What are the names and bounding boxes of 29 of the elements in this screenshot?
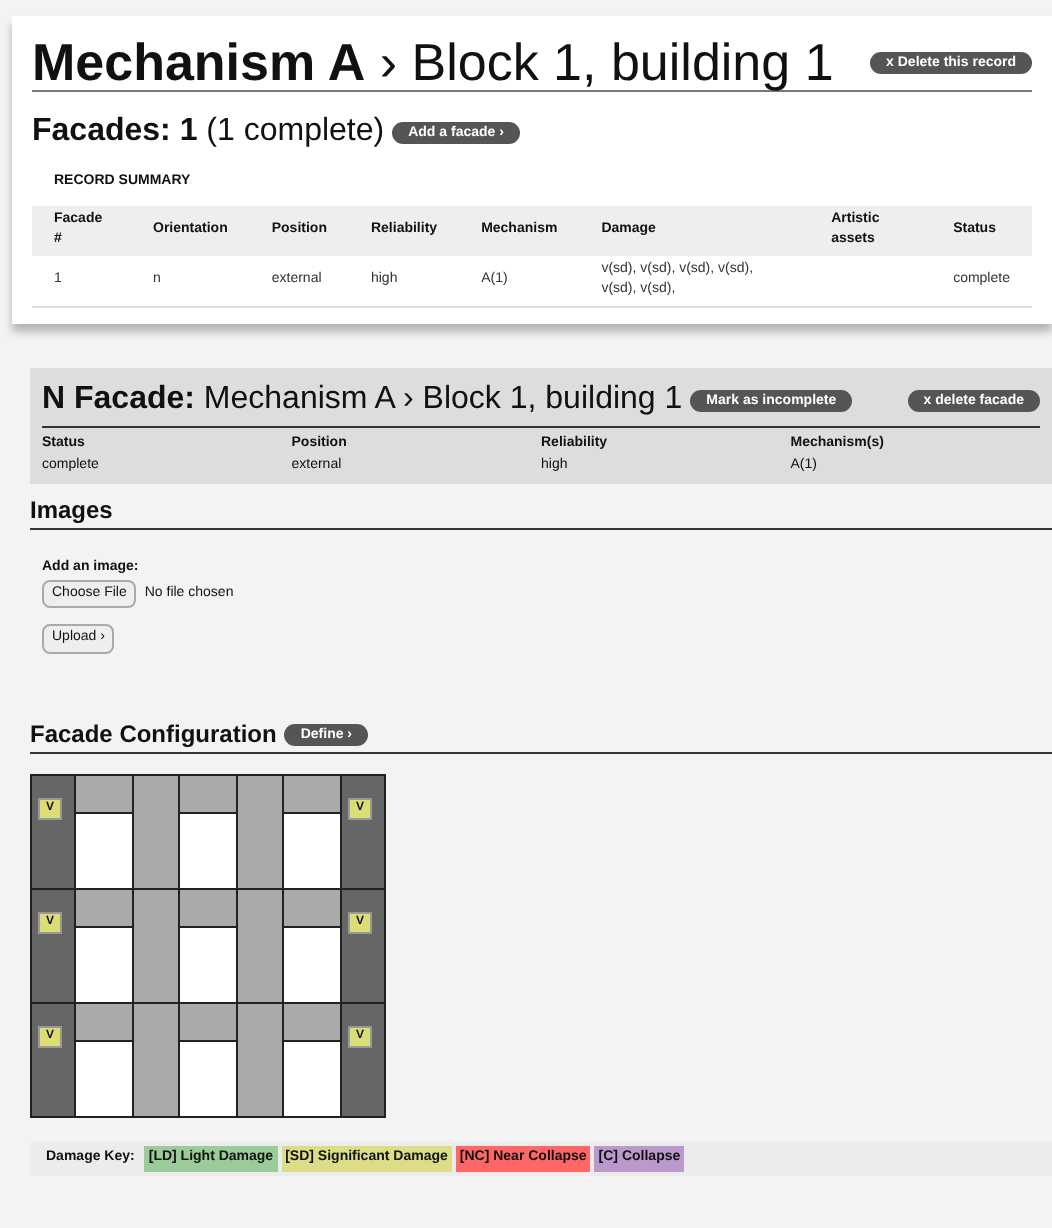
window-opening: [180, 928, 236, 1002]
lintel: [76, 776, 132, 812]
lintel: [180, 890, 236, 926]
light-pier: [134, 890, 178, 1002]
window-opening: [76, 1042, 132, 1116]
lintel: [76, 890, 132, 926]
lintel: [180, 776, 236, 812]
light-pier: [238, 890, 282, 1002]
facade-title: N Facade: Mechanism A › Block 1, building 1: [42, 380, 683, 420]
lintel: [284, 890, 340, 926]
window-opening: [76, 928, 132, 1002]
lintel: [284, 1004, 340, 1040]
lintel: [76, 1004, 132, 1040]
window-opening: [284, 1042, 340, 1116]
window-opening: [284, 928, 340, 1002]
light-pier: [134, 1004, 178, 1116]
lintel: [180, 1004, 236, 1040]
window-opening: [284, 814, 340, 888]
light-pier: [238, 1004, 282, 1116]
images-heading: Images: [30, 492, 1052, 530]
lintel: [284, 776, 340, 812]
facades-heading: Facades: 1 (1 complete): [32, 112, 385, 152]
light-pier: [238, 776, 282, 888]
record-title: Mechanism A › Block 1, building 1: [32, 36, 834, 88]
light-pier: [134, 776, 178, 888]
configuration-heading: Facade Configuration: [30, 718, 277, 752]
window-opening: [180, 814, 236, 888]
window-opening: [180, 1042, 236, 1116]
window-opening: [76, 814, 132, 888]
